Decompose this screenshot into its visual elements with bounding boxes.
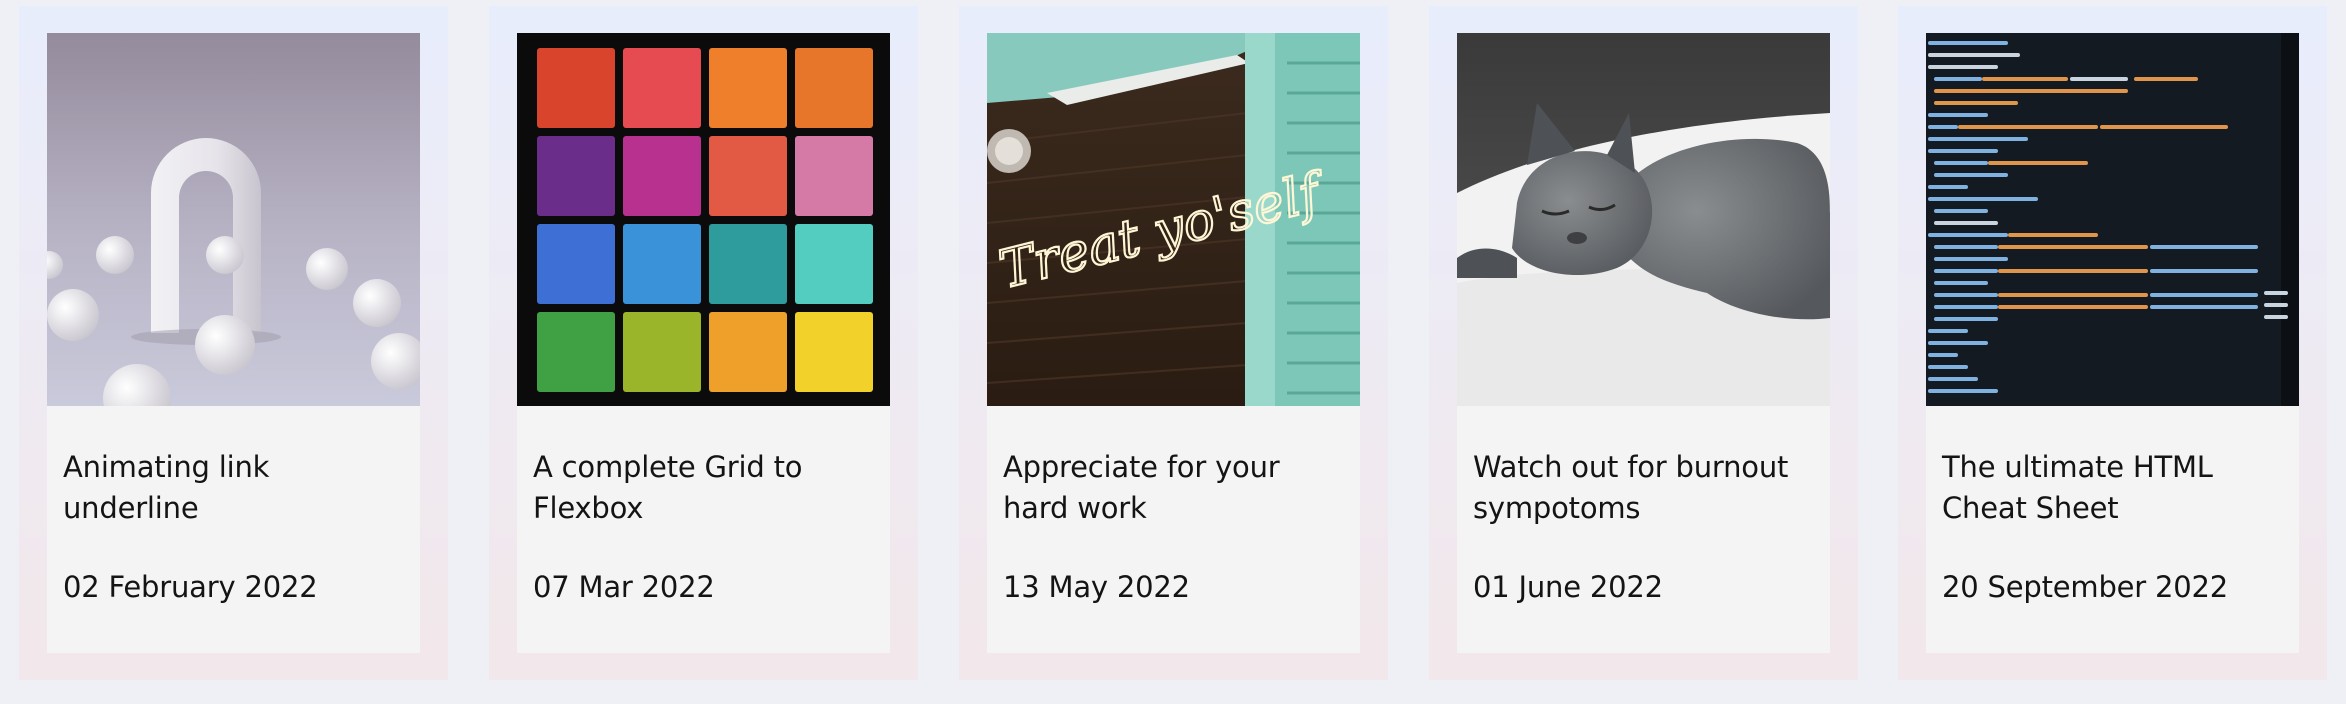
card-image-cat[interactable] bbox=[1457, 33, 1830, 406]
card-body: Animating link underline 02 February 202… bbox=[47, 33, 420, 653]
card-title[interactable]: The ultimate HTML Cheat Sheet bbox=[1942, 447, 2287, 529]
card-title[interactable]: A complete Grid to Flexbox bbox=[533, 447, 878, 529]
card-body: Treat yo'self Appreciate for your hard w… bbox=[987, 33, 1360, 653]
card-body: The ultimate HTML Cheat Sheet 20 Septemb… bbox=[1926, 33, 2299, 653]
card-date: 07 Mar 2022 bbox=[533, 570, 715, 604]
card-image-neon[interactable]: Treat yo'self bbox=[987, 33, 1360, 406]
card-body: Watch out for burnout sympotoms 01 June … bbox=[1457, 33, 1830, 653]
blog-card[interactable]: A complete Grid to Flexbox 07 Mar 2022 bbox=[489, 6, 918, 680]
card-date: 20 September 2022 bbox=[1942, 570, 2229, 604]
blog-card[interactable]: The ultimate HTML Cheat Sheet 20 Septemb… bbox=[1898, 6, 2327, 680]
card-body: A complete Grid to Flexbox 07 Mar 2022 bbox=[517, 33, 890, 653]
blog-card[interactable]: Watch out for burnout sympotoms 01 June … bbox=[1429, 6, 1858, 680]
blog-card[interactable]: Treat yo'self Appreciate for your hard w… bbox=[959, 6, 1388, 680]
card-image-palette[interactable] bbox=[517, 33, 890, 406]
card-date: 01 June 2022 bbox=[1473, 570, 1663, 604]
blog-card[interactable]: Animating link underline 02 February 202… bbox=[19, 6, 448, 680]
card-title[interactable]: Appreciate for your hard work bbox=[1003, 447, 1348, 529]
card-title[interactable]: Animating link underline bbox=[63, 447, 408, 529]
card-date: 02 February 2022 bbox=[63, 570, 318, 604]
card-image-code[interactable] bbox=[1926, 33, 2299, 406]
card-image-arch[interactable] bbox=[47, 33, 420, 406]
card-title[interactable]: Watch out for burnout sympotoms bbox=[1473, 447, 1818, 529]
card-date: 13 May 2022 bbox=[1003, 570, 1190, 604]
